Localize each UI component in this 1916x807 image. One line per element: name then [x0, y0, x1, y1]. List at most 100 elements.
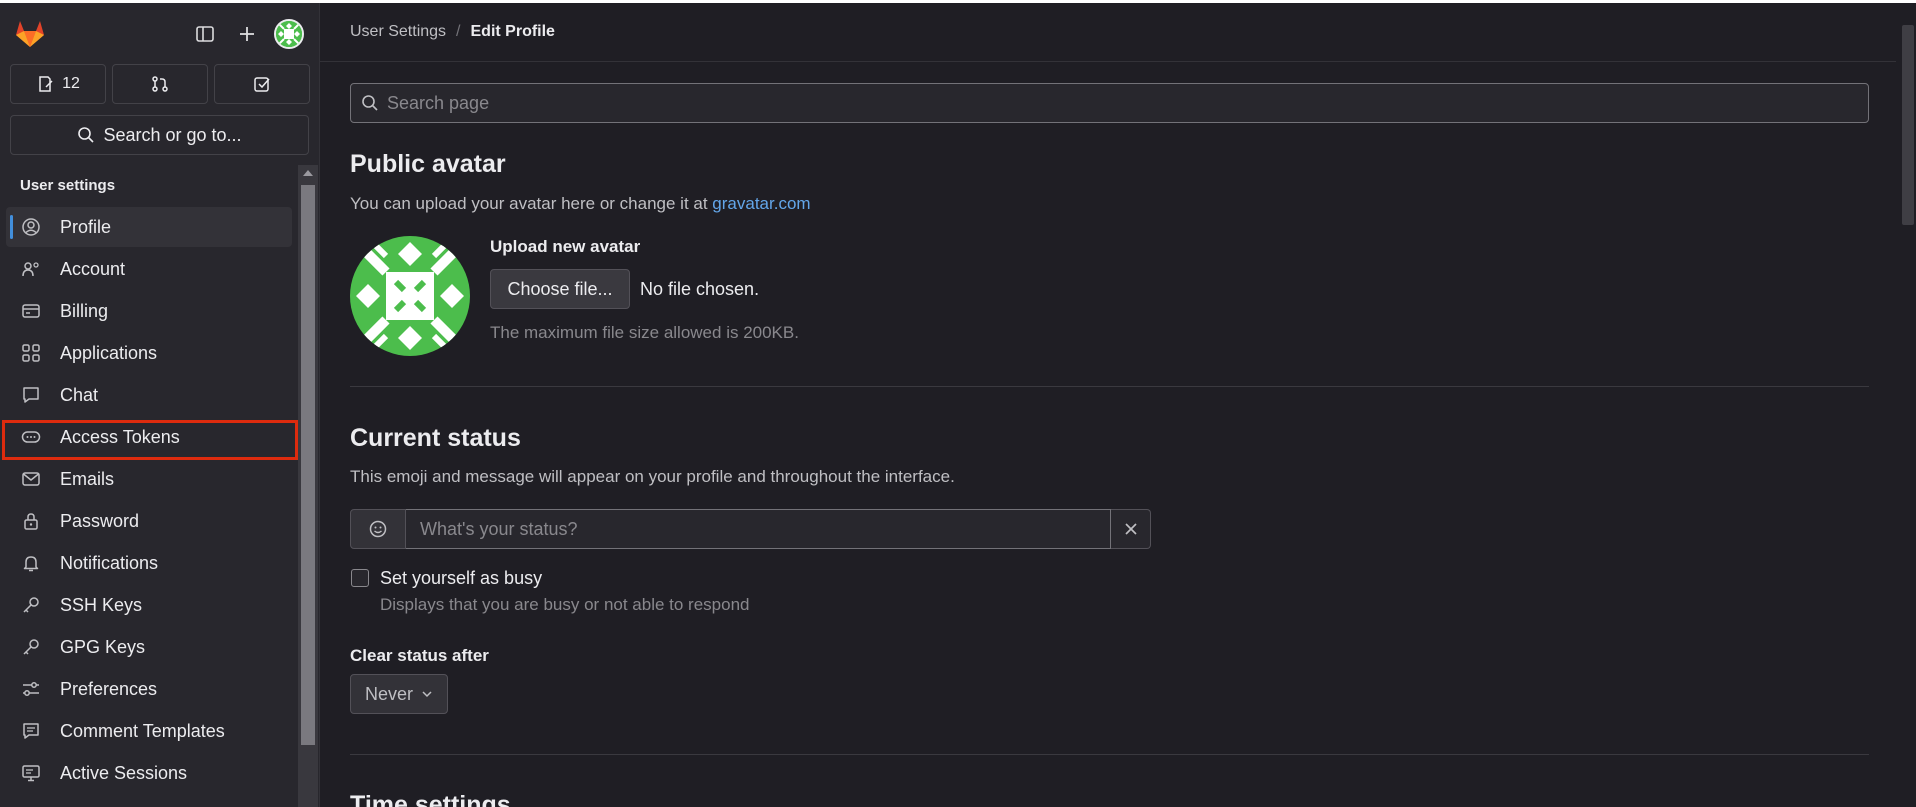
sidebar-item-label: Comment Templates	[60, 720, 225, 741]
busy-checkbox-help: Displays that you are busy or not able t…	[380, 595, 750, 614]
sidebar-item-gpg-keys[interactable]: GPG Keys	[6, 627, 292, 667]
page-scrollbar-thumb[interactable]	[1902, 25, 1914, 225]
sidebar-item-billing[interactable]: Billing	[6, 291, 292, 331]
clear-status-value: Never	[364, 683, 413, 704]
account-icon	[19, 259, 43, 279]
time-settings-title: Time settings	[350, 791, 511, 807]
gitlab-logo-icon[interactable]	[12, 15, 48, 51]
sidebar-header: 12 Search or go to...	[0, 3, 320, 163]
sidebar-item-label: Active Sessions	[60, 762, 188, 783]
sidebar-item-label: SSH Keys	[60, 594, 143, 615]
preferences-icon	[19, 679, 43, 699]
sidebar-item-label: Chat	[60, 384, 99, 405]
sidebar-item-comment-templates[interactable]: Comment Templates	[6, 711, 292, 751]
sidebar-item-notifications[interactable]: Notifications	[6, 543, 292, 583]
sidebar-item-active-sessions[interactable]: Active Sessions	[6, 753, 292, 793]
mail-icon	[19, 469, 43, 489]
max-file-size-help: The maximum file size allowed is 200KB.	[490, 323, 799, 342]
sidebar-section-title: User settings	[20, 177, 116, 194]
access-tokens-highlight	[2, 420, 298, 460]
section-divider	[350, 386, 1869, 387]
sidebar-nav: User settings Profile Account Billing Ap…	[0, 163, 300, 807]
sidebar-item-emails[interactable]: Emails	[6, 459, 292, 499]
breadcrumb-user-settings[interactable]: User Settings	[350, 23, 446, 41]
sidebar-item-label: Preferences	[60, 678, 158, 699]
sidebar-item-ssh-keys[interactable]: SSH Keys	[6, 585, 292, 625]
upload-avatar-label: Upload new avatar	[490, 237, 641, 256]
clear-status-after-label: Clear status after	[350, 646, 489, 665]
search-page-input[interactable]: Search page	[350, 83, 1869, 123]
sidebar: 12 Search or go to... User settings Prof…	[0, 3, 320, 807]
sidebar-item-label: Profile	[60, 216, 112, 237]
key-icon	[19, 595, 43, 615]
sidebar-item-profile[interactable]: Profile	[6, 207, 292, 247]
clear-status-button[interactable]	[1111, 509, 1151, 549]
scroll-up-icon[interactable]	[303, 170, 313, 176]
search-page-placeholder: Search page	[387, 92, 490, 113]
comment-icon	[19, 721, 43, 741]
todo-icon	[254, 77, 270, 92]
sidebar-item-label: Billing	[60, 300, 109, 321]
sidebar-item-account[interactable]: Account	[6, 249, 292, 289]
page-scrollbar[interactable]	[1900, 3, 1916, 807]
public-avatar-title: Public avatar	[350, 150, 506, 178]
sidebar-item-label: Password	[60, 510, 140, 531]
sidebar-item-password[interactable]: Password	[6, 501, 292, 541]
sidebar-toggle-icon[interactable]	[190, 19, 220, 49]
status-input-group: What's your status?	[350, 509, 1151, 549]
sidebar-item-label: Account	[60, 258, 126, 279]
chevron-down-icon	[422, 691, 432, 698]
merge-requests-button[interactable]	[112, 64, 208, 104]
status-placeholder: What's your status?	[420, 518, 578, 539]
monitor-icon	[19, 763, 43, 783]
sidebar-item-label: GPG Keys	[60, 636, 146, 657]
breadcrumb-edit-profile[interactable]: Edit Profile	[471, 23, 555, 41]
key-icon	[19, 637, 43, 657]
search-icon	[362, 95, 378, 111]
profile-icon	[19, 217, 43, 237]
status-message-input[interactable]: What's your status?	[406, 509, 1111, 549]
issues-count: 12	[62, 75, 80, 92]
sidebar-item-applications[interactable]: Applications	[6, 333, 292, 373]
breadcrumb-separator: /	[456, 23, 461, 40]
issues-button[interactable]: 12	[10, 64, 106, 104]
search-button-label: Search or go to...	[103, 124, 242, 145]
profile-avatar	[350, 236, 470, 356]
clear-status-dropdown[interactable]: Never	[350, 674, 448, 714]
main-content: User Settings / Edit Profile Search page…	[320, 3, 1896, 807]
lock-icon	[19, 511, 43, 531]
choose-file-button[interactable]: Choose file...	[490, 269, 630, 309]
breadcrumb-divider	[320, 61, 1896, 62]
sidebar-item-chat[interactable]: Chat	[6, 375, 292, 415]
no-file-chosen-text: No file chosen.	[640, 279, 760, 299]
breadcrumb: User Settings / Edit Profile	[350, 23, 555, 41]
current-status-title: Current status	[350, 424, 521, 452]
emoji-picker-button[interactable]	[350, 509, 406, 549]
close-icon	[1124, 523, 1137, 535]
avatar-description-text: You can upload your avatar here or chang…	[350, 194, 713, 213]
sidebar-item-label: Notifications	[60, 552, 159, 573]
applications-icon	[19, 343, 43, 363]
billing-icon	[19, 301, 43, 321]
bell-icon	[19, 553, 43, 573]
sidebar-scrollbar-thumb[interactable]	[301, 185, 315, 745]
search-icon	[78, 127, 95, 143]
sidebar-item-label: Emails	[60, 468, 115, 489]
merge-request-icon	[152, 76, 168, 92]
sidebar-item-preferences[interactable]: Preferences	[6, 669, 292, 709]
busy-checkbox[interactable]	[351, 569, 369, 587]
sidebar-item-label: Applications	[60, 342, 158, 363]
public-avatar-description: You can upload your avatar here or chang…	[350, 194, 811, 214]
busy-checkbox-label[interactable]: Set yourself as busy	[380, 568, 542, 589]
user-avatar[interactable]	[274, 19, 304, 49]
search-or-go-to-button[interactable]: Search or go to...	[10, 115, 309, 155]
current-status-description: This emoji and message will appear on yo…	[350, 467, 955, 486]
issues-icon	[39, 76, 53, 92]
chat-icon	[19, 385, 43, 405]
gravatar-link[interactable]: gravatar.com	[712, 194, 810, 213]
sidebar-scrollbar[interactable]	[298, 165, 318, 807]
todos-button[interactable]	[214, 64, 310, 104]
smiley-icon	[369, 520, 387, 538]
section-divider	[350, 754, 1869, 755]
plus-icon[interactable]	[232, 19, 262, 49]
